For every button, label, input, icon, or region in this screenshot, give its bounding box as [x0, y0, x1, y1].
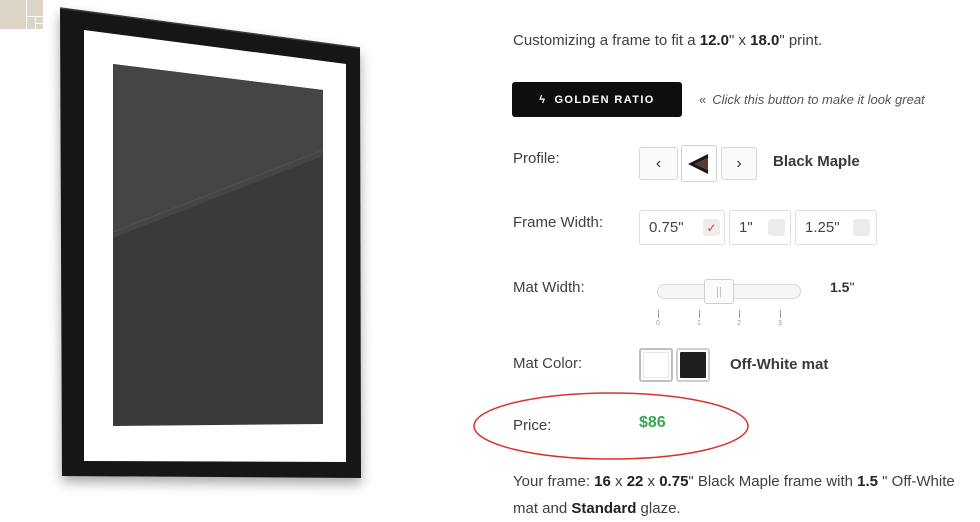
frame-width-option-0-75[interactable]: 0.75" ✓: [639, 210, 725, 245]
slider-tick-label: 3: [778, 320, 782, 327]
mat-width-value: 1.5": [830, 279, 854, 295]
slider-tick: [658, 310, 659, 318]
frame-width-option-label: 0.75": [649, 219, 684, 236]
frame-preview-graphic: [59, 7, 361, 478]
checkbox-empty-icon: [853, 219, 870, 236]
slider-tick: [739, 310, 740, 318]
chevron-left-icon: ‹: [655, 154, 662, 172]
print-width: 12.0: [699, 32, 729, 49]
double-chevron-left-icon: «: [699, 92, 707, 107]
golden-ratio-button[interactable]: ϟ GOLDEN RATIO: [512, 82, 682, 117]
golden-ratio-label: GOLDEN RATIO: [554, 93, 655, 106]
summary-x: x: [643, 473, 660, 490]
profile-label: Profile:: [513, 150, 560, 167]
mat-color-label: Mat Color:: [513, 355, 583, 372]
intro-x: " x: [728, 32, 751, 49]
price-value: $86: [639, 414, 666, 431]
golden-ratio-hint: « Click this button to make it look great: [699, 92, 925, 107]
artwork-logo-icon: [0, 0, 43, 29]
summary-depth: 0.75: [659, 473, 689, 490]
summary-suffix: glaze.: [636, 500, 681, 517]
mat-width-slider-handle[interactable]: ||: [704, 279, 734, 304]
golden-ratio-hint-text: Click this button to make it look great: [712, 92, 925, 107]
mat-color-swatch-black[interactable]: [676, 348, 710, 382]
mat-width-label: Mat Width:: [513, 279, 585, 296]
summary-mat: 1.5: [857, 473, 878, 490]
slider-tick-label: 0: [656, 320, 660, 327]
mat-width-unit: ": [849, 279, 855, 295]
frame-width-option-1-25[interactable]: 1.25": [795, 210, 877, 245]
mat-color-swatch-off-white[interactable]: [639, 348, 673, 382]
slider-tick-label: 2: [737, 320, 741, 327]
frame-width-option-label: 1": [739, 219, 753, 236]
intro-text: Customizing a frame to fit a 12.0" x 18.…: [513, 32, 822, 49]
frame-width-option-label: 1.25": [805, 219, 840, 236]
checkbox-empty-icon: [768, 219, 785, 236]
slider-tick: [699, 310, 700, 318]
profile-next-button[interactable]: ›: [721, 147, 757, 180]
slider-tick-label: 1: [697, 320, 701, 327]
profile-corner-icon: [688, 153, 708, 174]
intro-suffix: " print.: [779, 32, 823, 49]
intro-prefix: Customizing a frame to fit a: [513, 32, 700, 49]
checkmark-icon: ✓: [703, 219, 720, 236]
profile-name: Black Maple: [773, 153, 860, 170]
frame-summary: Your frame: 16 x 22 x 0.75" Black Maple …: [513, 468, 980, 522]
price-label: Price:: [513, 417, 552, 434]
summary-width: 16: [594, 473, 611, 490]
summary-height: 22: [626, 473, 644, 490]
profile-prev-button[interactable]: ‹: [639, 147, 678, 180]
frame-preview: [0, 0, 420, 518]
slider-tick: [780, 310, 781, 318]
summary-prefix: Your frame:: [513, 473, 595, 490]
summary-mid: " Black Maple frame with: [688, 473, 858, 490]
mat-width-number: 1.5: [830, 279, 850, 295]
print-height: 18.0: [750, 32, 780, 49]
summary-glaze: Standard: [571, 500, 637, 517]
lightning-icon: ϟ: [539, 93, 547, 106]
frame-width-option-1[interactable]: 1": [729, 210, 791, 245]
frame-width-label: Frame Width:: [513, 214, 604, 231]
mat-color-name: Off-White mat: [730, 356, 829, 373]
profile-swatch: [681, 145, 717, 182]
chevron-right-icon: ›: [736, 154, 742, 172]
summary-x: x: [610, 473, 627, 490]
